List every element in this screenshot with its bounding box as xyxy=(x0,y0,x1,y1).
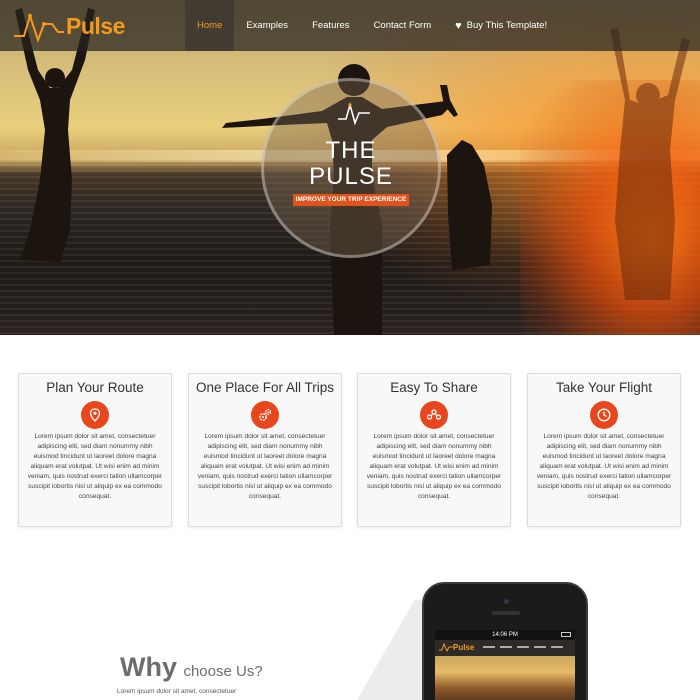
why-heading-small: choose Us? xyxy=(183,663,263,680)
feature-card: Easy To Share Lorem ipsum dolor sit amet… xyxy=(357,373,511,527)
feature-title: One Place For All Trips xyxy=(195,380,335,395)
nav-home[interactable]: Home xyxy=(185,0,235,51)
phone-screen-hero xyxy=(435,656,575,700)
nav-features[interactable]: Features xyxy=(300,0,362,51)
brand-name: Pulse xyxy=(66,12,125,39)
nav-home-label: Home xyxy=(197,20,223,31)
map-pin-icon xyxy=(81,401,109,429)
gears-icon xyxy=(251,401,279,429)
feature-title: Take Your Flight xyxy=(555,380,653,395)
phone-screen-logo: Pulse xyxy=(439,642,474,652)
battery-icon xyxy=(561,632,571,637)
main-nav: Home Examples Features Contact Form ♥ Bu… xyxy=(185,0,559,51)
brand-logo[interactable]: Pulse xyxy=(14,6,125,46)
page: THE PULSE IMPROVE YOUR TRIP EXPERIENCE P… xyxy=(0,0,700,700)
phone-screen-brand: Pulse xyxy=(453,642,475,652)
camera-icon xyxy=(504,599,509,604)
nav-examples-label: Examples xyxy=(246,20,289,31)
nav-buy-template-label: Buy This Template! xyxy=(466,20,548,31)
feature-card: One Place For All Trips Lorem ipsum dolo… xyxy=(188,373,342,527)
feature-card: Take Your Flight Lorem ipsum dolor sit a… xyxy=(527,373,681,527)
feature-text: Lorem ipsum dolor sit amet, consectetuer… xyxy=(536,433,672,500)
feature-text: Lorem ipsum dolor sit amet, consectetuer… xyxy=(366,433,502,500)
phone-status-bar: 14:06 PM xyxy=(435,630,575,640)
hero-title-line2: PULSE xyxy=(309,163,393,190)
feature-title: Easy To Share xyxy=(390,380,478,395)
pulse-logo-icon xyxy=(338,102,370,126)
feature-text: Lorem ipsum dolor sit amet, consectetuer… xyxy=(197,433,333,500)
phone-screen-links xyxy=(483,646,563,648)
nav-contact-form[interactable]: Contact Form xyxy=(362,0,444,51)
feature-card: Plan Your Route Lorem ipsum dolor sit am… xyxy=(18,373,172,527)
hero-title-line1: THE xyxy=(325,137,377,164)
hero-badge: THE PULSE IMPROVE YOUR TRIP EXPERIENCE xyxy=(261,78,441,258)
phone-screen: 14:06 PM Pulse xyxy=(435,630,575,700)
phone-mockup: 14:06 PM Pulse xyxy=(422,582,588,700)
phone-time: 14:06 PM xyxy=(492,632,518,638)
feature-title: Plan Your Route xyxy=(46,380,144,395)
hero-tagline: IMPROVE YOUR TRIP EXPERIENCE xyxy=(293,194,409,206)
speaker-grille xyxy=(492,611,520,615)
feature-cards: Plan Your Route Lorem ipsum dolor sit am… xyxy=(18,373,682,527)
phone-screen-navbar: Pulse xyxy=(435,640,575,656)
why-heading: Why choose Us? xyxy=(120,652,263,683)
top-navbar: Pulse Home Examples Features Contact For… xyxy=(0,0,700,51)
heart-icon: ♥ xyxy=(455,19,462,32)
nav-buy-template[interactable]: ♥ Buy This Template! xyxy=(443,0,559,51)
why-text: Lorem ipsum dolor sit amet, consectetuer xyxy=(117,688,237,695)
pulse-logo-icon xyxy=(439,642,453,652)
nav-features-label: Features xyxy=(312,20,350,31)
why-heading-big: Why xyxy=(120,652,177,682)
share-network-icon xyxy=(420,401,448,429)
clock-icon xyxy=(590,401,618,429)
nav-examples[interactable]: Examples xyxy=(234,0,300,51)
pulse-logo-icon xyxy=(14,12,64,43)
feature-text: Lorem ipsum dolor sit amet, consectetuer… xyxy=(27,433,163,500)
nav-contact-form-label: Contact Form xyxy=(373,20,432,31)
